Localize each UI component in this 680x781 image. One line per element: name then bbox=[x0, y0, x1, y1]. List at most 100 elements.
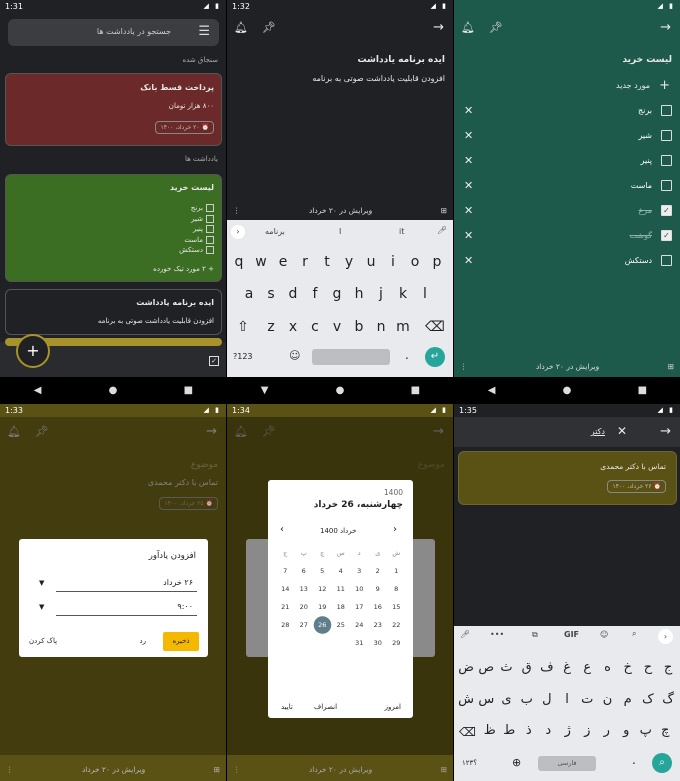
key[interactable]: س bbox=[476, 692, 496, 707]
home-icon[interactable]: ● bbox=[98, 385, 128, 396]
calendar-day[interactable]: 11 bbox=[332, 580, 351, 598]
menu-icon[interactable]: ☰ bbox=[198, 24, 210, 39]
enter-key[interactable]: ↵ bbox=[425, 347, 445, 367]
back-arrow-icon[interactable]: → bbox=[433, 20, 444, 35]
pin-icon[interactable]: 📌︎ bbox=[489, 21, 503, 34]
key[interactable]: e bbox=[273, 251, 293, 273]
key[interactable]: f bbox=[305, 283, 325, 305]
key[interactable]: s bbox=[261, 283, 281, 305]
key[interactable]: گ bbox=[658, 692, 678, 707]
key[interactable]: h bbox=[349, 283, 369, 305]
idea-note-card[interactable]: ایده برنامه یادداشت افزودن قابلیت یادداش… bbox=[5, 289, 222, 335]
calendar-day[interactable]: 2 bbox=[369, 562, 388, 580]
calendar-day[interactable]: 20 bbox=[295, 598, 314, 616]
space-key[interactable] bbox=[312, 349, 390, 365]
key[interactable]: ذ bbox=[519, 723, 539, 738]
calendar-day[interactable]: 6 bbox=[295, 562, 314, 580]
calendar-day[interactable]: 29 bbox=[387, 634, 406, 652]
delete-item-icon[interactable]: ✕ bbox=[464, 204, 473, 217]
more-icon[interactable]: ⋮ bbox=[6, 765, 14, 774]
item-label[interactable]: پنیر bbox=[641, 156, 652, 165]
key[interactable]: ظ bbox=[480, 723, 500, 738]
item-label[interactable]: شیر bbox=[638, 131, 652, 140]
back-arrow-icon[interactable]: → bbox=[660, 424, 671, 439]
key[interactable]: a bbox=[239, 283, 259, 305]
delete-item-icon[interactable]: ✕ bbox=[464, 254, 473, 267]
confirm-button[interactable]: تایید bbox=[281, 703, 293, 711]
key[interactable]: پ bbox=[636, 723, 656, 738]
key[interactable]: غ bbox=[557, 660, 577, 675]
space-key[interactable]: فارسی bbox=[538, 756, 596, 771]
add-note-fab[interactable]: + bbox=[16, 334, 50, 368]
today-button[interactable]: امروز bbox=[385, 703, 401, 711]
key[interactable]: b bbox=[349, 316, 369, 338]
calendar-day[interactable]: 18 bbox=[332, 598, 351, 616]
note-title[interactable]: لیست خرید bbox=[622, 55, 672, 65]
search-enter-key[interactable]: ⌕ bbox=[652, 753, 672, 773]
search-bar[interactable]: جستجو در یادداشت ها ☰ bbox=[8, 19, 219, 46]
key[interactable]: u bbox=[361, 251, 381, 273]
calendar-day[interactable]: 12 bbox=[313, 580, 332, 598]
calendar-day[interactable]: 25 bbox=[332, 616, 351, 634]
key[interactable]: چ bbox=[656, 723, 676, 738]
item-label[interactable]: ماست bbox=[631, 181, 652, 190]
key[interactable]: q bbox=[229, 251, 249, 273]
recents-icon[interactable]: ■ bbox=[173, 385, 203, 396]
add-box-icon[interactable]: ⊞ bbox=[668, 362, 674, 371]
globe-icon[interactable]: ⊕ bbox=[512, 756, 521, 769]
calendar-day[interactable]: 15 bbox=[387, 598, 406, 616]
reminder-chip[interactable]: ⏰ ۲۰ خرداد، ۱۴۰۰ bbox=[155, 121, 214, 134]
key[interactable]: w bbox=[251, 251, 271, 273]
calendar-day[interactable]: 7 bbox=[276, 562, 295, 580]
key[interactable]: ف bbox=[537, 660, 557, 675]
key[interactable]: k bbox=[393, 283, 413, 305]
key[interactable]: و bbox=[617, 723, 637, 738]
key[interactable]: م bbox=[618, 692, 638, 707]
back-arrow-icon[interactable]: → bbox=[660, 20, 671, 35]
delete-item-icon[interactable]: ✕ bbox=[464, 104, 473, 117]
checkbox-icon[interactable] bbox=[661, 130, 672, 141]
clear-search-icon[interactable]: ✕ bbox=[617, 424, 627, 438]
suggestion[interactable]: برنامه bbox=[265, 227, 285, 236]
calendar-day[interactable]: 28 bbox=[276, 616, 295, 634]
key[interactable]: ث bbox=[496, 660, 516, 675]
symbols-key[interactable]: ?123 bbox=[233, 352, 253, 361]
collapse-icon[interactable]: › bbox=[658, 629, 673, 644]
key[interactable]: ح bbox=[638, 660, 658, 675]
more-icon[interactable]: ⋮ bbox=[233, 206, 241, 215]
period-key[interactable]: . bbox=[632, 753, 636, 767]
more-icon[interactable]: ⋮ bbox=[460, 362, 468, 371]
plus-icon[interactable]: + bbox=[659, 78, 670, 93]
checkbox-checked-icon[interactable]: ✓ bbox=[661, 230, 672, 241]
key[interactable]: t bbox=[317, 251, 337, 273]
key[interactable]: ر bbox=[597, 723, 617, 738]
suggestion[interactable]: it bbox=[399, 227, 404, 236]
calendar-day[interactable]: 21 bbox=[276, 598, 295, 616]
key[interactable]: ج bbox=[658, 660, 678, 675]
calendar-day[interactable]: 14 bbox=[276, 580, 295, 598]
key[interactable]: o bbox=[405, 251, 425, 273]
prev-month-icon[interactable]: ‹ bbox=[280, 524, 284, 535]
emoji-icon[interactable]: ☺ bbox=[289, 349, 300, 362]
time-select[interactable]: ۹:۰۰ bbox=[56, 599, 197, 616]
more-icon[interactable]: ⋮ bbox=[233, 765, 241, 774]
item-label[interactable]: برنج bbox=[638, 106, 652, 115]
new-checklist-icon[interactable]: ✓ bbox=[209, 356, 219, 366]
key[interactable]: ل bbox=[537, 692, 557, 707]
calendar-day[interactable]: 31 bbox=[350, 634, 369, 652]
key[interactable]: l bbox=[415, 283, 435, 305]
calendar-day[interactable]: 23 bbox=[369, 616, 388, 634]
calendar-day[interactable]: 4 bbox=[332, 562, 351, 580]
key[interactable]: v bbox=[327, 316, 347, 338]
dropdown-arrow-icon[interactable]: ▼ bbox=[39, 579, 44, 587]
calendar-day[interactable]: 24 bbox=[350, 616, 369, 634]
key[interactable]: ص bbox=[476, 660, 496, 675]
calendar-day[interactable]: 1 bbox=[387, 562, 406, 580]
item-label[interactable]: دستکش bbox=[625, 256, 652, 265]
note-title[interactable]: ایده برنامه یادداشت bbox=[358, 55, 445, 65]
key[interactable]: ق bbox=[517, 660, 537, 675]
dropdown-arrow-icon[interactable]: ▼ bbox=[39, 603, 44, 611]
suggestion[interactable]: I bbox=[339, 227, 341, 236]
gif-button[interactable]: GIF bbox=[564, 630, 579, 639]
key[interactable]: ب bbox=[517, 692, 537, 707]
